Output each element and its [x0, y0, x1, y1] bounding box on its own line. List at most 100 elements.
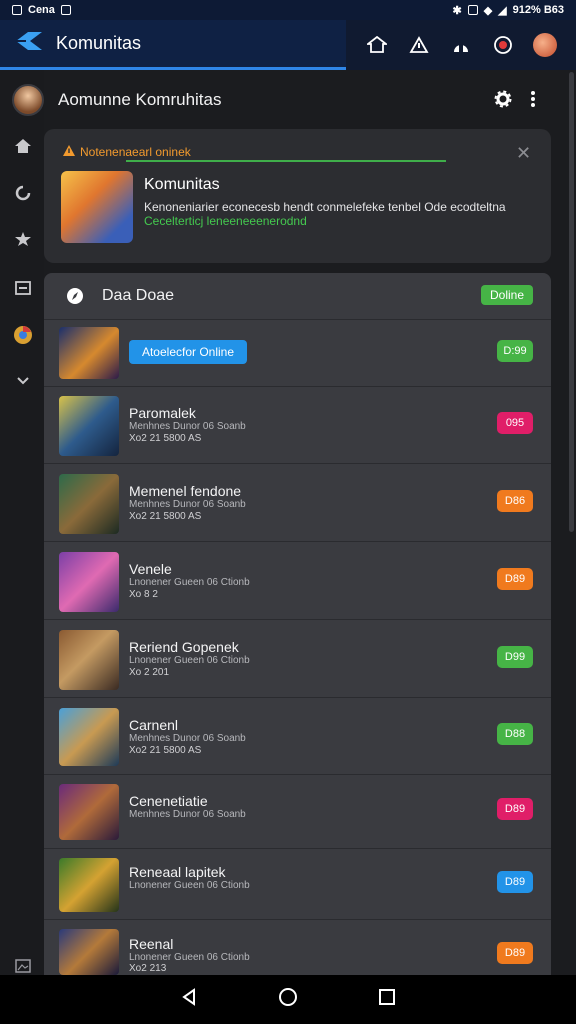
row-subtitle: Menhnes Dunor 06 Soanb: [129, 809, 246, 820]
row-meta: Xo2 21 5800 AS: [129, 433, 202, 444]
battery-label: 912% B63: [512, 4, 564, 16]
list-item[interactable]: Reriend Gopenek Lnonener Gueen 06 Ctionb…: [44, 621, 551, 698]
game-thumbnail: [59, 630, 119, 690]
notice-header: Notenenaearl oninek: [62, 144, 191, 160]
panel-title: Daa Doae: [102, 287, 175, 304]
row-name: Venele: [129, 561, 172, 577]
home-button-icon[interactable]: [278, 987, 298, 1012]
community-header: Aomunne Komruhitas: [0, 80, 576, 120]
row-name: Reenal: [129, 936, 174, 952]
game-icon[interactable]: [12, 228, 34, 250]
chrome-icon[interactable]: [12, 324, 34, 346]
row-subtitle: Lnonener Gueen 06 Ctionb: [129, 655, 250, 666]
gear-icon[interactable]: [494, 90, 512, 113]
recents-icon[interactable]: [378, 988, 396, 1011]
online-badge: Doline: [481, 285, 533, 305]
row-name: Paromalek: [129, 405, 196, 421]
community-avatar[interactable]: [12, 84, 44, 116]
list-item[interactable]: Carnenl Menhnes Dunor 06 Soanb Xo2 21 58…: [44, 699, 551, 775]
top-app-bar: Komunitas: [0, 20, 576, 70]
vibrate-icon: [467, 5, 478, 15]
row-subtitle: Lnonener Gueen 06 Ctionb: [129, 577, 250, 588]
notice-subtext: Cecelterticj leneeneeenerodnd: [144, 214, 307, 228]
notification-icon: [12, 5, 22, 15]
carrier-label: Cena: [28, 4, 55, 16]
list-item[interactable]: Atoelecfor Online D:99: [44, 320, 551, 387]
row-name: Cenenetiatie: [129, 793, 208, 809]
row-name: Reneaal lapitek: [129, 864, 226, 880]
app-title: Komunitas: [56, 33, 142, 53]
status-bar: Cena ✱ ◆ ◢ 912% B63: [0, 0, 576, 20]
game-thumbnail: [59, 858, 119, 912]
game-thumbnail: [59, 474, 119, 534]
game-thumbnail: [59, 396, 119, 456]
more-vert-icon[interactable]: [530, 90, 536, 113]
row-meta: Xo2 21 5800 AS: [129, 511, 202, 522]
list-item[interactable]: Venele Lnonener Gueen 06 Ctionb Xo 8 2 D…: [44, 543, 551, 620]
list-item[interactable]: Reenal Lnonener Gueen 06 Ctionb Xo2 213 …: [44, 920, 551, 975]
notice-title: Komunitas: [144, 176, 220, 193]
status-badge: D89: [497, 798, 533, 820]
signal-icon: ◢: [498, 4, 507, 17]
notice-thumbnail: [61, 171, 133, 243]
community-title: Aomunne Komruhitas: [58, 90, 222, 109]
online-button[interactable]: Atoelecfor Online: [129, 340, 247, 364]
close-icon[interactable]: ✕: [516, 143, 531, 164]
system-navigation-bar: [0, 975, 576, 1024]
app-logo-icon: [14, 30, 44, 57]
row-subtitle: Lnonener Gueen 06 Ctionb: [129, 880, 250, 891]
row-meta: Xo 2 201: [129, 667, 170, 678]
back-icon[interactable]: [180, 988, 198, 1011]
list-item[interactable]: Reneaal lapitek Lnonener Gueen 06 Ctionb…: [44, 849, 551, 920]
wifi-icon: ◆: [483, 4, 493, 17]
panel-header: Daa Doae Doline: [44, 273, 551, 320]
status-badge: D89: [497, 568, 533, 590]
list-icon[interactable]: [12, 277, 34, 299]
row-subtitle: Menhnes Dunor 06 Soanb: [129, 421, 246, 432]
list-item[interactable]: Paromalek Menhnes Dunor 06 Soanb Xo2 21 …: [44, 387, 551, 464]
lock-icon[interactable]: [447, 31, 475, 59]
status-badge: D88: [497, 723, 533, 745]
game-thumbnail: [59, 929, 119, 975]
game-thumbnail: [59, 327, 119, 379]
warning-icon: [62, 144, 76, 160]
compass-icon: [66, 287, 84, 310]
notification-card[interactable]: Notenenaearl oninek ✕ Komunitas Kenoneni…: [44, 129, 551, 263]
row-name: Carnenl: [129, 717, 179, 733]
notice-divider: [126, 160, 446, 162]
bluetooth-icon: ✱: [452, 4, 462, 17]
status-badge: D99: [497, 646, 533, 668]
row-subtitle: Menhnes Dunor 06 Soanb: [129, 499, 246, 510]
row-name: Memenel fendone: [129, 483, 242, 499]
game-thumbnail: [59, 784, 119, 840]
game-thumbnail: [59, 708, 119, 766]
status-badge: D86: [497, 490, 533, 512]
home-shield-icon[interactable]: [363, 31, 391, 59]
profile-badge-icon[interactable]: [489, 31, 517, 59]
row-name: Reriend Gopenek: [129, 639, 239, 655]
alert-icon[interactable]: [405, 31, 433, 59]
notice-header-text: Notenenaearl oninek: [80, 145, 191, 159]
list-item[interactable]: Memenel fendone Menhnes Dunor 06 Soanb X…: [44, 465, 551, 542]
user-avatar[interactable]: [531, 31, 559, 59]
status-badge: 095: [497, 412, 533, 434]
game-list-panel: Daa Doae Doline Atoelecfor Online D:99 P…: [44, 273, 551, 975]
status-badge: D:99: [497, 340, 533, 362]
status-badge: D89: [497, 871, 533, 893]
row-meta: Xo2 213: [129, 963, 167, 974]
home-icon[interactable]: [12, 135, 34, 157]
chevron-down-icon[interactable]: [12, 370, 34, 392]
image-icon[interactable]: [12, 955, 34, 977]
notice-text: Kenoneniarier econecesb hendt conmelefek…: [144, 200, 506, 214]
refresh-icon[interactable]: [12, 182, 34, 204]
scrollbar[interactable]: [569, 72, 574, 532]
row-meta: Xo 8 2: [129, 589, 158, 600]
status-badge: D89: [497, 942, 533, 964]
list-item[interactable]: Cenenetiatie Menhnes Dunor 06 Soanb D89: [44, 775, 551, 849]
sim-icon: [60, 5, 71, 15]
row-meta: Xo2 21 5800 AS: [129, 745, 202, 756]
row-subtitle: Lnonener Gueen 06 Ctionb: [129, 952, 250, 963]
game-thumbnail: [59, 552, 119, 612]
row-subtitle: Menhnes Dunor 06 Soanb: [129, 733, 246, 744]
app-title-tab[interactable]: Komunitas: [0, 20, 346, 70]
